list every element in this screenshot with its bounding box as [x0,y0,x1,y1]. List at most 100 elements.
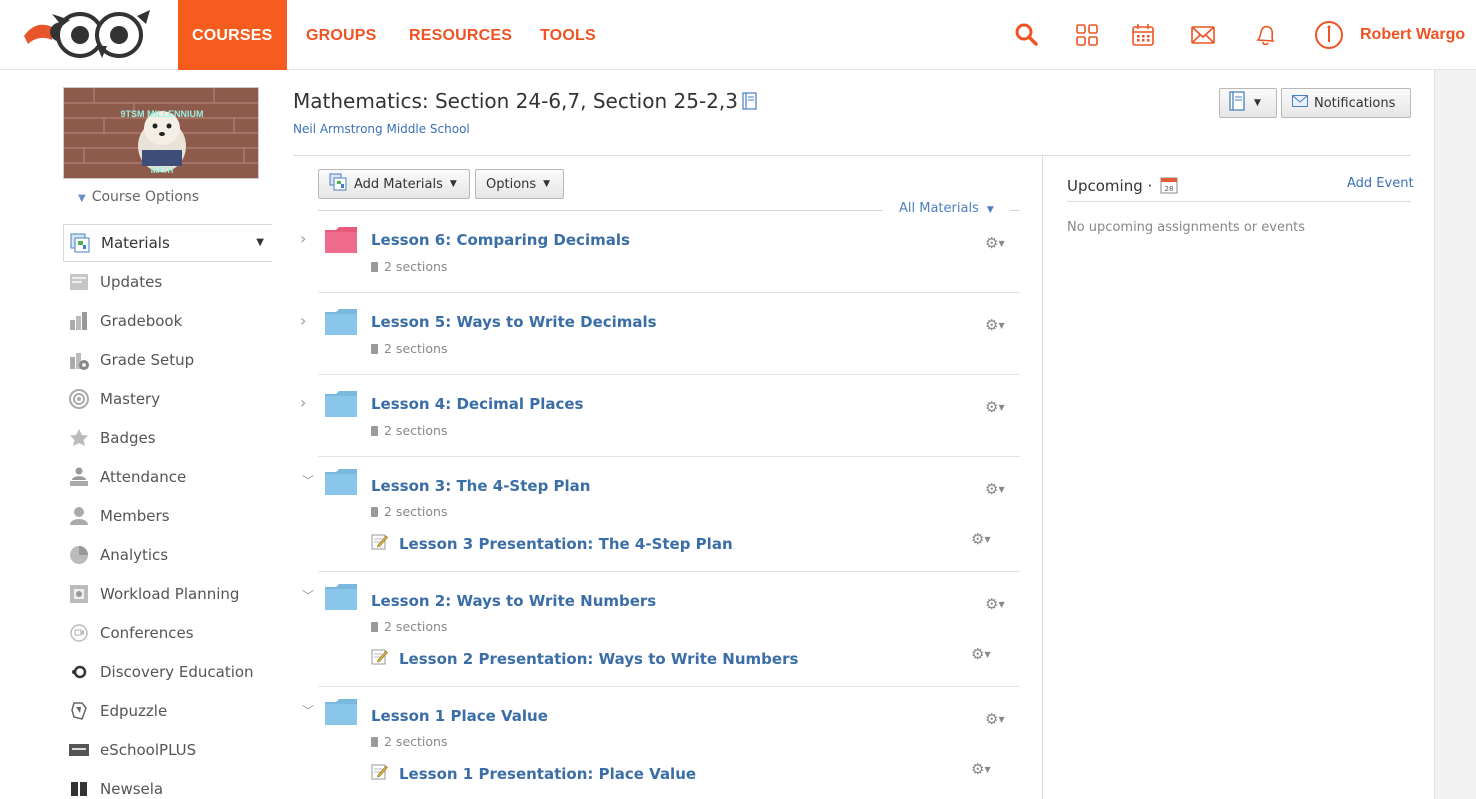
messages-envelope-icon[interactable] [1190,22,1216,48]
sidebar-item-label: Newsela [100,780,164,798]
sidebar-item-conferences[interactable]: Conferences [63,614,271,652]
upcoming-heading: Upcoming · 28 [1067,176,1178,195]
add-event-link[interactable]: Add Event [1347,176,1414,191]
gear-icon[interactable]: ⚙▼ [985,710,1005,728]
badges-icon [68,427,90,449]
gear-icon[interactable]: ⚙▼ [985,234,1005,252]
sidebar-item-workload-planning[interactable]: Workload Planning [63,575,271,613]
book-icon [371,622,378,632]
book-icon [371,344,378,354]
course-options-label: Course Options [91,189,200,205]
gear-icon[interactable]: ⚙▼ [971,530,991,548]
upcoming-title: Upcoming · [1067,177,1153,195]
course-image-caption-bottom: MATH [151,166,174,175]
add-materials-button[interactable]: Add Materials ▼ [318,169,470,199]
sections-count: 2 sections [384,619,448,634]
row-divider [318,686,1020,687]
header-divider [293,155,1411,156]
folder-title[interactable]: Lesson 3: The 4-Step Plan [371,477,590,495]
sidebar-item-mastery[interactable]: Mastery [63,380,271,418]
gear-icon[interactable]: ⚙▼ [971,760,991,778]
caret-down-icon: ▼ [449,179,457,189]
sidebar-item-updates[interactable]: Updates [63,263,271,301]
sidebar-item-label: Analytics [100,546,169,564]
user-avatar[interactable] [1314,20,1344,50]
notebook-icon [742,91,757,110]
assignment-pencil-icon [371,533,388,550]
updates-icon [68,271,90,293]
expand-chevron-icon[interactable]: › [300,393,306,412]
folder-title[interactable]: Lesson 5: Ways to Write Decimals [371,313,657,331]
folder-icon [324,698,358,726]
sections-count: 2 sections [384,423,448,438]
gear-icon[interactable]: ⚙▼ [985,398,1005,416]
folder-icon [324,468,358,496]
nav-groups[interactable]: GROUPS [306,0,377,70]
school-link[interactable]: Neil Armstrong Middle School [293,122,470,136]
schoology-logo[interactable] [22,6,172,64]
caret-down-icon: ▼ [986,205,994,215]
folder-title[interactable]: Lesson 2: Ways to Write Numbers [371,592,656,610]
nav-tools[interactable]: TOOLS [540,0,596,70]
sidebar-item-gradebook[interactable]: Gradebook [63,302,271,340]
gear-icon[interactable]: ⚙▼ [985,316,1005,334]
sidebar-item-grade-setup[interactable]: Grade Setup [63,341,271,379]
material-item-title[interactable]: Lesson 2 Presentation: Ways to Write Num… [399,650,798,668]
calendar-icon[interactable] [1130,22,1156,48]
sections-count: 2 sections [384,734,448,749]
sidebar-item-materials[interactable]: Materials ▼ [63,224,272,262]
material-item-title[interactable]: Lesson 1 Presentation: Place Value [399,765,696,783]
collapse-chevron-icon[interactable]: ﹀ [302,702,314,719]
user-name[interactable]: Robert Wargo [1360,26,1465,44]
sidebar-item-label: Gradebook [100,312,183,330]
folder-title[interactable]: Lesson 4: Decimal Places [371,395,583,413]
sidebar-item-analytics[interactable]: Analytics [63,536,271,574]
search-icon[interactable] [1014,22,1040,48]
options-button[interactable]: Options ▼ [475,169,564,199]
nav-resources[interactable]: RESOURCES [409,0,512,70]
folder-title[interactable]: Lesson 6: Comparing Decimals [371,231,630,249]
sidebar-item-eschoolplus[interactable]: eSchoolPLUS [63,731,271,769]
course-profile-image[interactable]: 9TSM MILLENNIUM MATH [63,87,259,179]
add-materials-label: Add Materials [354,176,443,192]
folder-sections: 2 sections [371,423,447,438]
row-divider [318,374,1020,375]
attendance-icon [68,466,90,488]
no-upcoming-text: No upcoming assignments or events [1067,220,1306,235]
expand-chevron-icon[interactable]: › [300,311,306,330]
sidebar-item-label: Workload Planning [100,585,240,603]
notifications-button[interactable]: Notifications [1281,88,1411,118]
sidebar-item-label: Members [100,507,170,525]
sidebar-item-discovery-education[interactable]: Discovery Education [63,653,271,691]
gear-icon[interactable]: ⚙▼ [985,480,1005,498]
collapse-chevron-icon[interactable]: ﹀ [302,587,314,604]
nav-courses[interactable]: COURSES [178,0,287,70]
expand-chevron-icon[interactable]: › [300,229,306,248]
folder-title[interactable]: Lesson 1 Place Value [371,707,548,725]
chevron-down-icon[interactable]: ▼ [256,237,264,248]
sidebar-item-edpuzzle[interactable]: Edpuzzle [63,692,271,730]
sidebar-item-label: Discovery Education [100,663,254,681]
page-title: Mathematics: Section 24-6,7, Section 25-… [293,89,757,113]
sidebar-item-label: Edpuzzle [100,702,168,720]
book-icon [371,507,378,517]
collapse-chevron-icon[interactable]: ﹀ [302,472,314,489]
sidebar-item-badges[interactable]: Badges [63,419,271,457]
envelope-icon [1292,95,1308,111]
gear-icon[interactable]: ⚙▼ [985,595,1005,613]
workload-icon [68,583,90,605]
sidebar-item-members[interactable]: Members [63,497,271,535]
apps-grid-icon[interactable] [1074,22,1100,48]
folder-sections: 2 sections [371,619,447,634]
notifications-bell-icon[interactable] [1252,22,1278,48]
mastery-icon [68,388,90,410]
material-item-title[interactable]: Lesson 3 Presentation: The 4-Step Plan [399,535,733,553]
all-materials-filter[interactable]: All Materials ▼ [899,201,994,216]
course-notebook-dropdown[interactable]: ▼ [1219,88,1277,118]
sidebar-item-newsela[interactable]: Newsela [63,770,271,799]
folder-icon [324,583,358,611]
sections-count: 2 sections [384,341,448,356]
course-options-toggle[interactable]: ▼ Course Options [78,189,199,205]
gear-icon[interactable]: ⚙▼ [971,645,991,663]
sidebar-item-attendance[interactable]: Attendance [63,458,271,496]
